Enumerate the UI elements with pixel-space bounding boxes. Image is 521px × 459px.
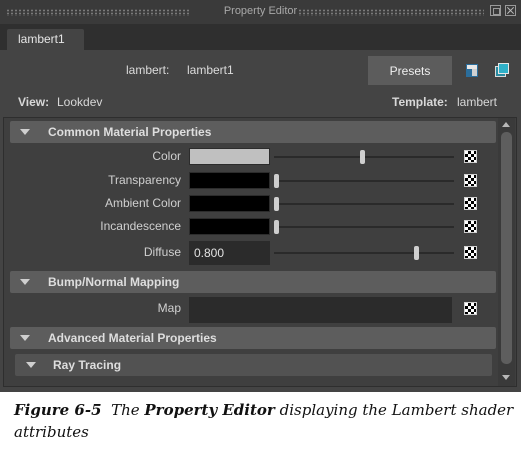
copy-tab-icon[interactable] bbox=[495, 63, 509, 77]
attr-label: Incandescence bbox=[100, 219, 181, 233]
attr-row-color: Color bbox=[0, 146, 521, 168]
attr-row-diffuse: Diffuse 0.800 bbox=[0, 241, 521, 265]
ambient-color-slider[interactable] bbox=[274, 197, 454, 211]
focus-icon[interactable] bbox=[466, 64, 478, 77]
section-common-material-properties[interactable]: Common Material Properties bbox=[10, 121, 496, 143]
diffuse-slider[interactable] bbox=[274, 246, 454, 260]
attr-row-incandescence: Incandescence bbox=[0, 216, 521, 238]
scrollbar-thumb[interactable] bbox=[501, 132, 512, 364]
map-checker-icon[interactable] bbox=[464, 246, 477, 259]
color-slider[interactable] bbox=[274, 150, 454, 164]
section-advanced-material-properties[interactable]: Advanced Material Properties bbox=[10, 327, 496, 349]
attr-label: Color bbox=[152, 149, 181, 163]
collapse-arrow-icon bbox=[20, 129, 30, 135]
map-field[interactable] bbox=[189, 297, 452, 323]
collapse-arrow-icon bbox=[20, 279, 30, 285]
close-icon[interactable] bbox=[505, 5, 516, 16]
attr-row-transparency: Transparency bbox=[0, 170, 521, 192]
incandescence-slider[interactable] bbox=[274, 220, 454, 234]
template-label: Template: bbox=[392, 95, 448, 109]
slider-handle[interactable] bbox=[274, 174, 279, 188]
map-checker-icon[interactable] bbox=[464, 150, 477, 163]
color-swatch[interactable] bbox=[189, 148, 270, 165]
view-dropdown[interactable]: Lookdev bbox=[57, 95, 102, 109]
diffuse-value-field[interactable]: 0.800 bbox=[189, 241, 270, 265]
section-bump-normal-mapping[interactable]: Bump/Normal Mapping bbox=[10, 271, 496, 293]
attr-label: Diffuse bbox=[143, 245, 181, 259]
slider-handle[interactable] bbox=[274, 220, 279, 234]
template-dropdown[interactable]: lambert bbox=[457, 95, 497, 109]
section-label: Bump/Normal Mapping bbox=[48, 275, 180, 289]
view-template-row: View: Lookdev Template: lambert bbox=[0, 90, 521, 116]
caption-text-pre: The bbox=[111, 401, 140, 419]
section-label: Advanced Material Properties bbox=[48, 331, 217, 345]
section-ray-tracing[interactable]: Ray Tracing bbox=[15, 354, 492, 376]
attr-row-map: Map bbox=[0, 297, 521, 323]
collapse-arrow-icon bbox=[26, 362, 36, 368]
attr-label: Transparency bbox=[108, 173, 181, 187]
tab-lambert1[interactable]: lambert1 bbox=[7, 29, 84, 50]
title-bar[interactable]: Property Editor bbox=[0, 0, 521, 24]
scroll-down-arrow-icon[interactable] bbox=[502, 375, 510, 380]
section-label: Common Material Properties bbox=[48, 125, 212, 139]
property-editor-window: Property Editor lambert1 lambert: lamber… bbox=[0, 0, 521, 392]
slider-handle[interactable] bbox=[274, 197, 279, 211]
figure-caption: Figure 6-5 The Property Editor displayin… bbox=[14, 399, 514, 443]
map-checker-icon[interactable] bbox=[464, 220, 477, 233]
attr-label: Map bbox=[157, 301, 181, 315]
slider-handle[interactable] bbox=[414, 246, 419, 260]
presets-button[interactable]: Presets bbox=[368, 56, 452, 85]
window-title: Property Editor bbox=[223, 5, 298, 17]
caption-bold: Property Editor bbox=[144, 401, 275, 419]
map-checker-icon[interactable] bbox=[464, 302, 477, 315]
tab-bar: lambert1 bbox=[0, 24, 521, 50]
attr-label: Ambient Color bbox=[104, 196, 181, 210]
vertical-scrollbar[interactable] bbox=[498, 118, 515, 386]
ambient-color-swatch[interactable] bbox=[189, 195, 270, 212]
incandescence-swatch[interactable] bbox=[189, 218, 270, 235]
node-type-label: lambert: bbox=[126, 63, 170, 77]
node-header: lambert: lambert1 Presets bbox=[0, 50, 521, 90]
section-label: Ray Tracing bbox=[53, 358, 122, 372]
slider-handle[interactable] bbox=[360, 150, 365, 164]
transparency-swatch[interactable] bbox=[189, 172, 270, 189]
attr-row-ambient-color: Ambient Color bbox=[0, 193, 521, 215]
scroll-up-arrow-icon[interactable] bbox=[502, 122, 510, 127]
map-checker-icon[interactable] bbox=[464, 197, 477, 210]
map-checker-icon[interactable] bbox=[464, 174, 477, 187]
figure-number: Figure 6-5 bbox=[14, 401, 102, 419]
node-name-field[interactable]: lambert1 bbox=[187, 63, 234, 77]
transparency-slider[interactable] bbox=[274, 174, 454, 188]
collapse-arrow-icon bbox=[20, 335, 30, 341]
view-label: View: bbox=[18, 95, 50, 109]
float-window-icon[interactable] bbox=[490, 5, 501, 16]
